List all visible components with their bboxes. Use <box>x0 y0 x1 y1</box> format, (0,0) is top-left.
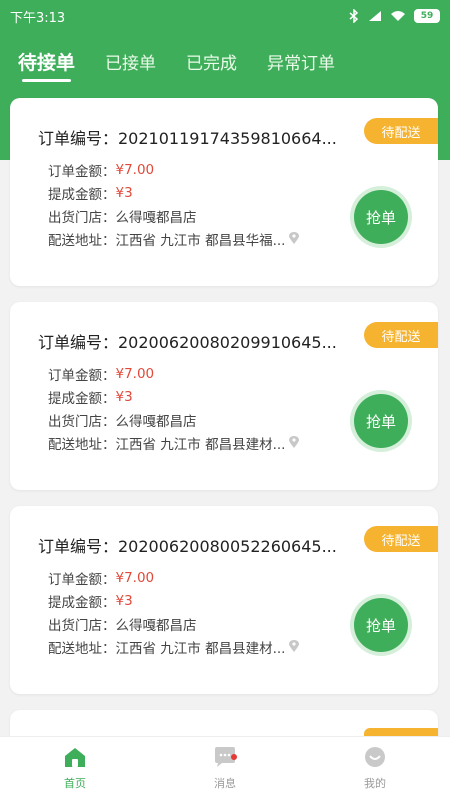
location-pin-icon <box>289 640 300 653</box>
address-row: 配送地址： 江西省 九江市 都昌县建材... <box>48 635 338 658</box>
status-badge: 待配送 <box>364 526 438 552</box>
store-label: 出货门店： <box>48 413 116 430</box>
bottom-navigation: 首页 消息 我的 <box>0 736 450 800</box>
address-label: 配送地址： <box>48 436 116 453</box>
commission-row: 提成金额： ¥3 <box>48 385 338 408</box>
order-amount-value: ¥7.00 <box>115 161 155 178</box>
address-value: 江西省 九江市 都昌县华福... <box>115 232 286 249</box>
commission-label: 提成金额： <box>48 594 116 611</box>
commission-value: ¥3 <box>115 184 133 201</box>
battery-icon: 59 <box>414 9 440 23</box>
order-number: 订单编号：20210119174359810664... <box>38 129 337 148</box>
order-amount-value: ¥7.00 <box>115 569 155 586</box>
store-value: 么得嘎都昌店 <box>115 617 197 634</box>
grab-order-button[interactable]: 抢单 <box>354 598 408 652</box>
status-badge: 待配送 <box>364 118 438 144</box>
commission-label: 提成金额： <box>48 186 116 203</box>
nav-home-label: 首页 <box>64 777 86 790</box>
address-value: 江西省 九江市 都昌县建材... <box>115 640 286 657</box>
address-value: 江西省 九江市 都昌县建材... <box>115 436 286 453</box>
commission-value: ¥3 <box>115 388 133 405</box>
order-tabs: 待接单 已接单 已完成 异常订单 <box>0 38 450 84</box>
nav-home[interactable]: 首页 <box>35 746 115 791</box>
location-pin-icon <box>289 436 300 449</box>
store-row: 出货门店： 么得嘎都昌店 <box>48 204 338 227</box>
location-pin-icon <box>289 232 300 245</box>
signal-icon <box>368 10 382 22</box>
store-value: 么得嘎都昌店 <box>115 413 197 430</box>
store-label: 出货门店： <box>48 617 116 634</box>
status-time: 下午3:13 <box>10 10 66 26</box>
tab-pending[interactable]: 待接单 <box>18 42 75 82</box>
store-label: 出货门店： <box>48 209 116 226</box>
order-amount-label: 订单金额： <box>48 367 116 384</box>
tab-completed[interactable]: 已完成 <box>186 42 237 80</box>
wifi-icon <box>390 10 406 22</box>
grab-order-button[interactable]: 抢单 <box>354 394 408 448</box>
profile-icon <box>363 746 387 771</box>
status-bar: 下午3:13 59 <box>0 0 450 32</box>
bluetooth-icon <box>348 9 360 23</box>
order-amount-row: 订单金额： ¥7.00 <box>48 158 338 181</box>
order-amount-value: ¥7.00 <box>115 365 155 382</box>
order-card[interactable]: 待配送 订单编号：20200620080209910645... 订单金额： ¥… <box>10 302 438 490</box>
commission-row: 提成金额： ¥3 <box>48 181 338 204</box>
address-label: 配送地址： <box>48 232 116 249</box>
nav-messages[interactable]: 消息 <box>185 746 265 791</box>
grab-order-button[interactable]: 抢单 <box>354 190 408 244</box>
nav-messages-label: 消息 <box>214 777 236 790</box>
order-amount-row: 订单金额： ¥7.00 <box>48 566 338 589</box>
tab-accepted[interactable]: 已接单 <box>105 42 156 80</box>
home-icon <box>63 746 87 771</box>
unread-dot <box>231 754 237 760</box>
order-number: 订单编号：20200620080052260645... <box>38 537 337 556</box>
store-row: 出货门店： 么得嘎都昌店 <box>48 612 338 635</box>
order-card[interactable]: 待配送 订单编号：20210119174359810664... 订单金额： ¥… <box>10 98 438 286</box>
order-list: 待配送 订单编号：20210119174359810664... 订单金额： ¥… <box>10 98 438 786</box>
commission-row: 提成金额： ¥3 <box>48 589 338 612</box>
address-row: 配送地址： 江西省 九江市 都昌县华福... <box>48 227 338 250</box>
order-amount-row: 订单金额： ¥7.00 <box>48 362 338 385</box>
status-badge: 待配送 <box>364 322 438 348</box>
store-row: 出货门店： 么得嘎都昌店 <box>48 408 338 431</box>
nav-profile-label: 我的 <box>364 777 386 790</box>
order-card[interactable]: 待配送 订单编号：20200620080052260645... 订单金额： ¥… <box>10 506 438 694</box>
store-value: 么得嘎都昌店 <box>115 209 197 226</box>
status-icons: 59 <box>348 9 440 23</box>
order-number: 订单编号：20200620080209910645... <box>38 333 337 352</box>
order-amount-label: 订单金额： <box>48 571 116 588</box>
commission-label: 提成金额： <box>48 390 116 407</box>
address-label: 配送地址： <box>48 640 116 657</box>
tab-abnormal[interactable]: 异常订单 <box>267 42 335 80</box>
nav-profile[interactable]: 我的 <box>335 746 415 791</box>
order-amount-label: 订单金额： <box>48 163 116 180</box>
commission-value: ¥3 <box>115 592 133 609</box>
address-row: 配送地址： 江西省 九江市 都昌县建材... <box>48 431 338 454</box>
